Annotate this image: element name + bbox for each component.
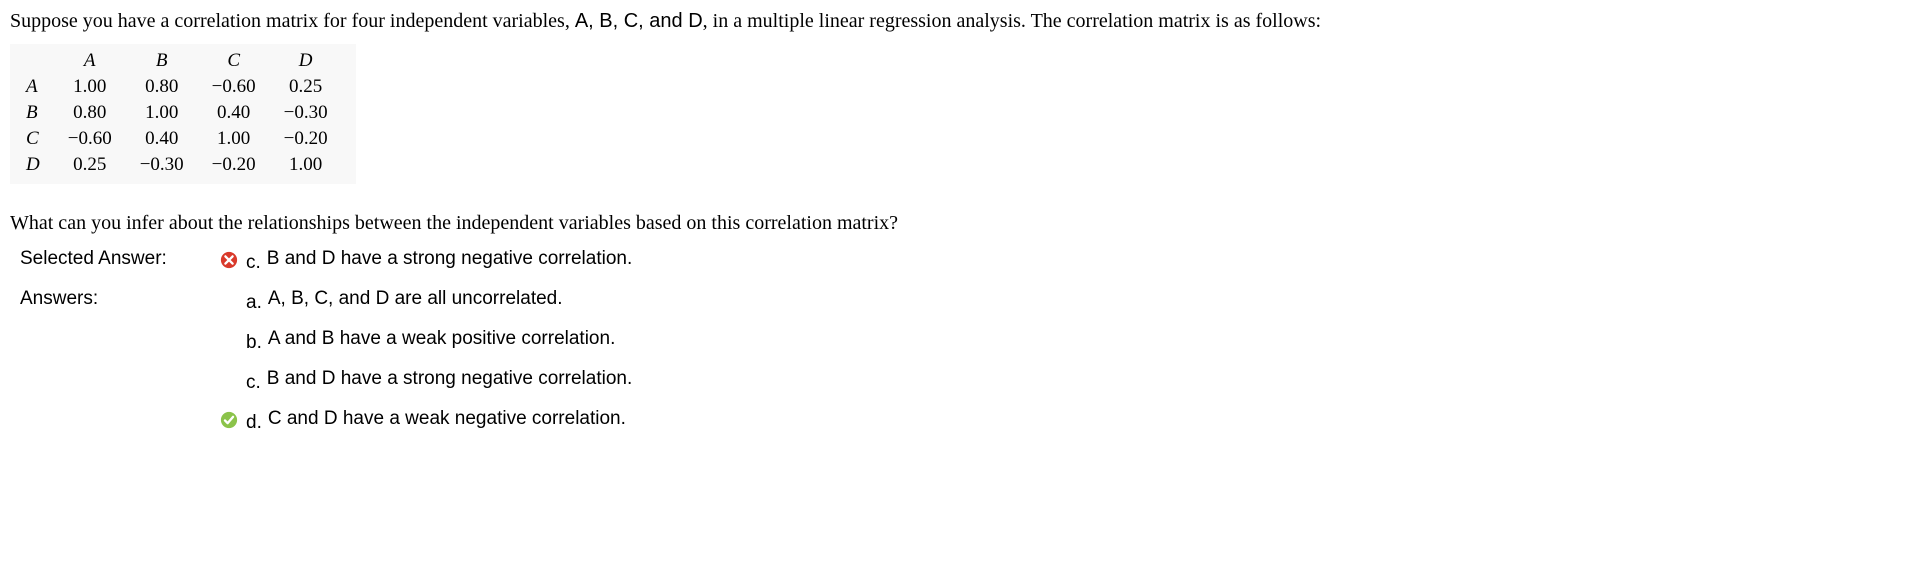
matrix-header-cell: A	[54, 48, 126, 74]
matrix-row-label: C	[14, 126, 54, 152]
correct-icon	[220, 411, 240, 431]
choice-letter: b.	[246, 332, 262, 354]
matrix-cell: 0.80	[126, 74, 198, 100]
matrix-row-label: B	[14, 100, 54, 126]
choice-text: B and D have a strong negative correlati…	[267, 368, 632, 390]
matrix-header-cell: C	[198, 48, 270, 74]
question-intro: Suppose you have a correlation matrix fo…	[10, 8, 1912, 34]
matrix-cell: 0.40	[198, 100, 270, 126]
matrix-header-cell	[14, 48, 54, 74]
answer-choice: c.B and D have a strong negative correla…	[220, 368, 632, 390]
matrix-cell: 0.80	[54, 100, 126, 126]
matrix-row-label: D	[14, 152, 54, 178]
choice-text: A, B, C, and D are all uncorrelated.	[268, 288, 563, 310]
matrix-cell: −0.60	[54, 126, 126, 152]
choice-text: C and D have a weak negative correlation…	[268, 408, 626, 430]
choice-letter: c.	[246, 252, 261, 274]
matrix-cell: −0.60	[198, 74, 270, 100]
choice-letter: d.	[246, 412, 262, 434]
question-vars: A, B, C, and D	[575, 10, 703, 32]
answer-choice: b.A and B have a weak positive correlati…	[220, 328, 632, 350]
matrix-cell: 0.25	[270, 74, 342, 100]
matrix-cell: −0.30	[270, 100, 342, 126]
answer-choice: d.C and D have a weak negative correlati…	[220, 408, 632, 430]
matrix-cell: −0.20	[198, 152, 270, 178]
answers-row: Answers: a.A, B, C, and D are all uncorr…	[20, 288, 1912, 430]
choice-letter: c.	[246, 372, 261, 394]
matrix-cell: 0.25	[54, 152, 126, 178]
choice-text: B and D have a strong negative correlati…	[267, 248, 632, 270]
matrix-row-label: A	[14, 74, 54, 100]
answer-choice: a.A, B, C, and D are all uncorrelated.	[220, 288, 632, 310]
selected-answer-label: Selected Answer:	[20, 248, 220, 270]
matrix-cell: 0.40	[126, 126, 198, 152]
choice-letter: a.	[246, 292, 262, 314]
matrix-cell: −0.20	[270, 126, 342, 152]
matrix-cell: 1.00	[270, 152, 342, 178]
selected-answer-row: Selected Answer: c. B and D have a stron…	[20, 248, 1912, 270]
selected-answer: c. B and D have a strong negative correl…	[220, 248, 632, 270]
matrix-cell: 1.00	[198, 126, 270, 152]
answers-label: Answers:	[20, 288, 220, 310]
choice-text: A and B have a weak positive correlation…	[268, 328, 615, 350]
blank-icon	[220, 331, 240, 351]
blank-icon	[220, 371, 240, 391]
question-sub: What can you infer about the relationshi…	[10, 210, 1912, 236]
matrix-cell: −0.30	[126, 152, 198, 178]
blank-icon	[220, 291, 240, 311]
matrix-table: A B C D A 1.00 0.80 −0.60 0.25 B 0.80 1.…	[14, 48, 342, 178]
matrix-header-cell: B	[126, 48, 198, 74]
correlation-matrix: A B C D A 1.00 0.80 −0.60 0.25 B 0.80 1.…	[10, 44, 356, 184]
question-intro-text: Suppose you have a correlation matrix fo…	[10, 10, 575, 32]
matrix-cell: 1.00	[126, 100, 198, 126]
incorrect-icon	[220, 251, 240, 271]
question-mid: , in a multiple linear regression analys…	[703, 10, 1321, 32]
matrix-cell: 1.00	[54, 74, 126, 100]
matrix-header-cell: D	[270, 48, 342, 74]
